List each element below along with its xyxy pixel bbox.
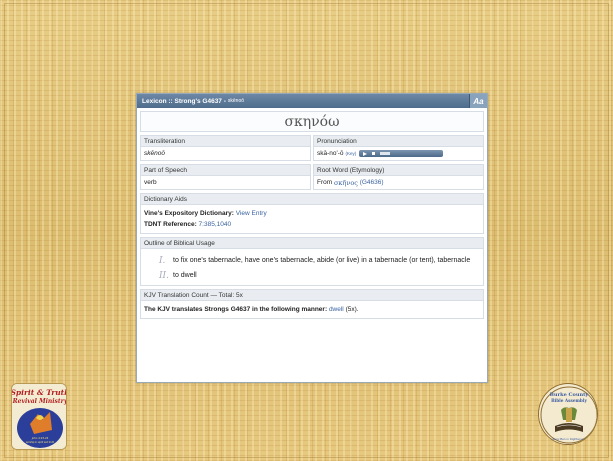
font-size-button[interactable]: Aa xyxy=(469,94,487,108)
outline-block: Outline of Biblical Usage I. to fix one'… xyxy=(140,237,484,286)
dictionary-aids-block: Dictionary Aids Vine's Expository Dictio… xyxy=(140,193,484,234)
translit-pronunciation-row: Transliteration skēnoō Pronunciation skā… xyxy=(140,135,484,161)
outline-item: I. to fix one's tabernacle, have one's t… xyxy=(141,253,483,268)
pronunciation-label: Pronunciation xyxy=(314,136,483,147)
root-word-prefix: From xyxy=(317,179,333,186)
burke-county-logo-graphic: Burke County Bible Assembly Seeking Men … xyxy=(539,385,597,444)
root-word-cell: Root Word (Etymology) From σκῆνος (G4636… xyxy=(313,164,484,190)
svg-text:worship in spirit and truth: worship in spirit and truth xyxy=(26,441,55,444)
part-of-speech-value: verb xyxy=(144,179,157,186)
svg-text:John 4:23-24: John 4:23-24 xyxy=(31,436,49,440)
pronunciation-cell: Pronunciation skā-no'-ō (Key) xyxy=(313,135,484,161)
dictionary-aids-content: Vine's Expository Dictionary: View Entry… xyxy=(141,205,483,233)
tdnt-reference-link[interactable]: 7:385,1040 xyxy=(199,221,232,228)
lexicon-title-translit: skēnoō xyxy=(227,98,245,104)
volume-bar[interactable] xyxy=(380,152,391,155)
svg-text:Spirit & Truth: Spirit & Truth xyxy=(12,388,67,397)
tdnt-label: TDNT Reference: xyxy=(144,221,197,228)
transliteration-value: skēnoō xyxy=(144,150,165,157)
outline-text: to dwell xyxy=(173,272,197,279)
root-word-label: Root Word (Etymology) xyxy=(314,165,483,176)
part-of-speech-cell: Part of Speech verb xyxy=(140,164,311,190)
slide-background: Lexicon :: Strong's G4637 - skēnoō Aa σκ… xyxy=(0,0,613,461)
kjv-count-label: KJV Translation Count — Total: 5x xyxy=(141,290,483,301)
root-word-value: From σκῆνος (G4636) xyxy=(314,176,483,189)
lexicon-body: σκηνόω Transliteration skēnoō Pronunciat… xyxy=(137,108,487,322)
vines-view-entry-link[interactable]: View Entry xyxy=(236,210,267,217)
kjv-word-count: (5x). xyxy=(345,306,359,313)
outline-text: to fix one's tabernacle, have one's tabe… xyxy=(173,257,471,264)
pronunciation-value-row: skā-no'-ō (Key) xyxy=(314,147,483,160)
lexicon-panel: Lexicon :: Strong's G4637 - skēnoō Aa σκ… xyxy=(136,93,488,383)
play-icon[interactable] xyxy=(363,151,368,156)
transliteration-label: Transliteration xyxy=(141,136,310,147)
kjv-word-link[interactable]: dwell xyxy=(329,306,344,313)
burke-county-logo: Burke County Bible Assembly Seeking Men … xyxy=(538,383,598,445)
svg-text:Bible Assembly: Bible Assembly xyxy=(551,398,587,403)
outline-item: II. to dwell xyxy=(141,268,483,283)
outline-list: I. to fix one's tabernacle, have one's t… xyxy=(141,249,483,285)
pronunciation-value: skā-no'-ō xyxy=(317,150,344,157)
lexicon-titlebar: Lexicon :: Strong's G4637 - skēnoō Aa xyxy=(137,94,487,108)
tdnt-row: TDNT Reference: 7:385,1040 xyxy=(144,219,480,230)
pronunciation-key-link[interactable]: (Key) xyxy=(346,151,357,156)
pos-root-row: Part of Speech verb Root Word (Etymology… xyxy=(140,164,484,190)
kjv-count-block: KJV Translation Count — Total: 5x The KJ… xyxy=(140,289,484,319)
svg-text:Revival Ministry: Revival Ministry xyxy=(12,398,67,405)
kjv-count-text: The KJV translates Strongs G4637 in the … xyxy=(144,306,328,313)
lexicon-title: Lexicon :: Strong's G4637 - xyxy=(142,97,226,105)
vines-row: Vine's Expository Dictionary: View Entry xyxy=(144,208,480,219)
outline-label: Outline of Biblical Usage xyxy=(141,238,483,249)
spirit-truth-logo-graphic: Spirit & Truth Revival Ministry John 4:2… xyxy=(12,384,67,449)
spirit-truth-logo: Spirit & Truth Revival Ministry John 4:2… xyxy=(11,383,67,450)
part-of-speech-label: Part of Speech xyxy=(141,165,310,176)
root-word-strongs-link[interactable]: (G4636) xyxy=(360,179,384,186)
kjv-count-content: The KJV translates Strongs G4637 in the … xyxy=(141,301,483,318)
outline-numeral: II. xyxy=(159,271,169,281)
stop-icon[interactable] xyxy=(372,152,376,155)
root-word-greek-link[interactable]: σκῆνος xyxy=(334,179,358,187)
audio-player[interactable] xyxy=(359,150,444,157)
dictionary-aids-label: Dictionary Aids xyxy=(141,194,483,205)
vines-label: Vine's Expository Dictionary: xyxy=(144,210,234,217)
transliteration-cell: Transliteration skēnoō xyxy=(140,135,311,161)
outline-numeral: I. xyxy=(159,256,166,266)
greek-headword: σκηνόω xyxy=(140,111,484,132)
